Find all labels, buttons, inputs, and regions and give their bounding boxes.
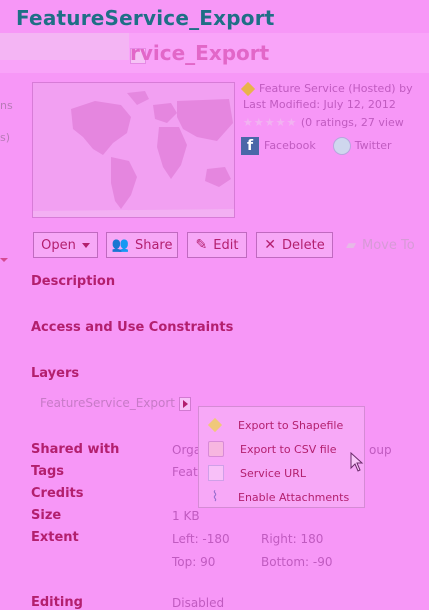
twitter-icon[interactable] bbox=[332, 137, 351, 155]
ratings-row: ★★★★★ (0 ratings, 27 view bbox=[243, 116, 404, 129]
layers-heading: Layers bbox=[31, 366, 80, 381]
url-icon bbox=[208, 465, 224, 481]
share-row: f Facebook Twitter bbox=[241, 137, 392, 155]
left-fragment-1: ns bbox=[0, 99, 13, 112]
feature-service-icon bbox=[240, 81, 256, 97]
editing-label: Editing bbox=[31, 595, 83, 610]
move-to-label: Move To bbox=[362, 238, 415, 253]
item-type-row: Feature Service (Hosted) by bbox=[240, 81, 413, 97]
export-context-menu: Export to Shapefile Export to CSV file S… bbox=[198, 406, 365, 508]
mouse-cursor-icon bbox=[350, 452, 364, 472]
paperclip-icon: ⌇ bbox=[211, 489, 219, 505]
facebook-link[interactable]: Facebook bbox=[264, 139, 316, 152]
size-label: Size bbox=[31, 508, 62, 523]
page-title: FeatureService_Export bbox=[16, 6, 275, 30]
rating-stars-icon[interactable]: ★★★★★ bbox=[243, 116, 297, 129]
menu-item-export-csv[interactable]: Export to CSV file bbox=[199, 438, 364, 460]
share-button-label: Share bbox=[134, 237, 173, 253]
header-block bbox=[0, 33, 129, 60]
share-button[interactable]: 👥 Share bbox=[106, 232, 178, 258]
csv-icon bbox=[208, 441, 224, 457]
tags-label: Tags bbox=[31, 464, 65, 479]
twitter-link[interactable]: Twitter bbox=[355, 139, 392, 152]
extent-bottom: Bottom: -90 bbox=[261, 555, 333, 569]
size-value: 1 KB bbox=[172, 509, 200, 523]
ratings-text: (0 ratings, 27 view bbox=[300, 116, 404, 129]
extent-label: Extent bbox=[31, 530, 79, 545]
shared-with-value: Orga bbox=[172, 443, 202, 457]
open-button-label: Open bbox=[41, 237, 76, 253]
pencil-icon: ✎ bbox=[195, 237, 208, 253]
credits-label: Credits bbox=[31, 486, 84, 501]
extent-left: Left: -180 bbox=[172, 532, 230, 546]
shared-with-value-tail: oup bbox=[369, 443, 392, 457]
menu-item-export-shapefile[interactable]: Export to Shapefile bbox=[199, 414, 364, 436]
tags-value: Feat bbox=[172, 465, 198, 479]
delete-button-label: Delete bbox=[282, 237, 325, 253]
move-to-button[interactable]: ▰ Move To bbox=[346, 238, 415, 253]
extent-top: Top: 90 bbox=[172, 555, 216, 569]
access-constraints-heading: Access and Use Constraints bbox=[31, 320, 234, 335]
menu-item-label: Export to CSV file bbox=[240, 442, 337, 456]
edit-button[interactable]: ✎ Edit bbox=[187, 232, 247, 258]
facebook-icon[interactable]: f bbox=[241, 137, 259, 155]
move-to-icon: ▰ bbox=[346, 238, 356, 253]
left-chevron-icon[interactable] bbox=[0, 258, 8, 262]
delete-x-icon: ✕ bbox=[264, 237, 276, 253]
item-type-label[interactable]: Feature Service (Hosted) by bbox=[259, 82, 413, 95]
menu-item-label: Export to Shapefile bbox=[238, 418, 344, 432]
editing-value: Disabled bbox=[172, 596, 225, 610]
caret-down-icon bbox=[81, 242, 90, 248]
shared-with-label: Shared with bbox=[31, 442, 120, 457]
last-modified: Last Modified: July 12, 2012 bbox=[243, 98, 396, 111]
layer-item[interactable]: FeatureService_Export bbox=[40, 396, 191, 411]
menu-item-label: Enable Attachments bbox=[238, 490, 350, 504]
menu-item-enable-attachments[interactable]: ⌇ Enable Attachments bbox=[199, 486, 364, 508]
description-heading: Description bbox=[31, 274, 116, 289]
left-fragment-2: s) bbox=[0, 131, 11, 144]
world-map-icon bbox=[33, 83, 234, 217]
shapefile-icon bbox=[207, 417, 223, 433]
extent-right: Right: 180 bbox=[261, 532, 324, 546]
map-thumbnail[interactable] bbox=[32, 82, 235, 218]
layer-name-link[interactable]: FeatureService_Export bbox=[40, 396, 175, 410]
open-button[interactable]: Open bbox=[33, 232, 98, 258]
layer-menu-arrow-icon[interactable] bbox=[178, 396, 191, 411]
menu-item-label: Service URL bbox=[240, 466, 306, 480]
menu-item-service-url[interactable]: Service URL bbox=[199, 462, 364, 484]
page-title-ghost: rvice_Export bbox=[130, 41, 270, 65]
delete-button[interactable]: ✕ Delete bbox=[256, 232, 333, 258]
share-people-icon: 👥 bbox=[111, 237, 129, 253]
edit-button-label: Edit bbox=[213, 237, 239, 253]
